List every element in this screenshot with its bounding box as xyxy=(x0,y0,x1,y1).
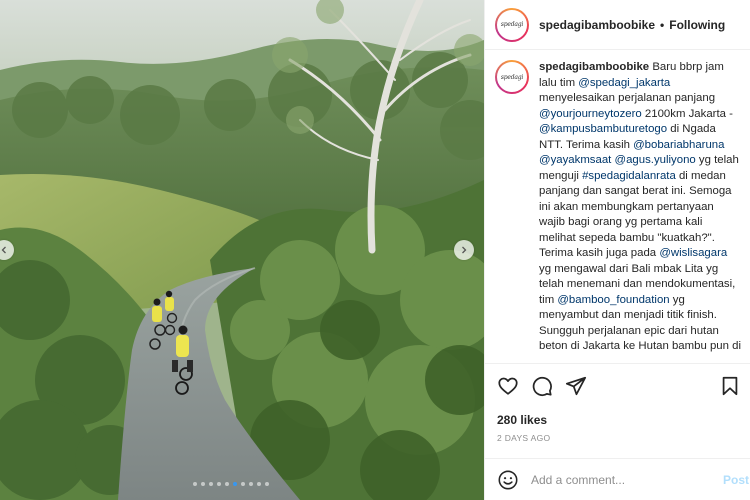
comment-input[interactable] xyxy=(531,472,711,487)
carousel-indicator xyxy=(193,482,269,486)
next-image-button[interactable] xyxy=(454,240,474,260)
post-details-panel: spedagi spedagibamboobike • Following sp… xyxy=(484,0,750,500)
mention-link[interactable]: @spedagi_jakarta xyxy=(578,77,670,89)
mention-link[interactable]: @yayakmsaat xyxy=(539,154,611,166)
chevron-left-icon xyxy=(1,246,6,254)
header-separator: • xyxy=(660,17,665,32)
avatar-logo-text: spedagi xyxy=(500,21,524,28)
carousel-dot xyxy=(225,482,229,486)
caption-body: Baru bbrp jam lalu tim @spedagi_jakarta … xyxy=(539,61,741,352)
carousel-dot xyxy=(257,482,261,486)
carousel-dot xyxy=(233,482,237,486)
heart-icon[interactable] xyxy=(497,375,519,397)
share-icon[interactable] xyxy=(565,375,587,397)
author-username[interactable]: spedagibamboobike xyxy=(539,18,655,32)
carousel-dot xyxy=(217,482,221,486)
mention-link[interactable]: @wislisagara xyxy=(659,247,727,259)
carousel-dot xyxy=(193,482,197,486)
post-comment-button[interactable]: Post xyxy=(723,473,750,487)
mention-link[interactable]: @kampusbambuturetogo xyxy=(539,123,667,135)
carousel-dot xyxy=(241,482,245,486)
comment-icon[interactable] xyxy=(531,375,553,397)
caption-username[interactable]: spedagibamboobike xyxy=(539,61,649,73)
carousel-dot xyxy=(265,482,269,486)
chevron-right-icon xyxy=(462,246,467,254)
mention-link[interactable]: @bamboo_foundation xyxy=(557,294,669,306)
like-count[interactable]: 280 likes xyxy=(497,413,741,427)
post-timestamp[interactable]: 2 DAYS AGO xyxy=(497,433,741,443)
hashtag-link[interactable]: #spedagidalanrata xyxy=(582,170,676,182)
post-header: spedagi spedagibamboobike • Following xyxy=(485,0,750,50)
caption-avatar[interactable]: spedagi xyxy=(495,60,529,94)
mention-link[interactable]: @agus.yuliyono xyxy=(615,154,696,166)
caption-avatar-logo-text: spedagi xyxy=(500,73,524,81)
post-actions: 280 likes 2 DAYS AGO xyxy=(485,363,750,443)
comment-box: Post xyxy=(485,458,750,500)
mention-link[interactable]: @bobariabharuna xyxy=(633,139,724,151)
mention-link[interactable]: @yourjourneytozero xyxy=(539,108,642,120)
caption-text-segment: 2100km Jakarta - xyxy=(641,107,733,120)
carousel-dot xyxy=(209,482,213,486)
caption-text: spedagibamboobike Baru bbrp jam lalu tim… xyxy=(539,60,741,363)
bookmark-icon[interactable] xyxy=(719,375,741,397)
avatar[interactable]: spedagi xyxy=(495,7,529,42)
caption-text-segment: di medan panjang dan sangat berat ini. S… xyxy=(539,169,732,260)
caption-text-segment: menyelesaikan perjalanan panjang xyxy=(539,92,716,104)
carousel-dot xyxy=(249,482,253,486)
cycling-landscape-image xyxy=(0,0,484,500)
carousel-dot xyxy=(201,482,205,486)
caption-section: spedagi spedagibamboobike Baru bbrp jam … xyxy=(485,50,750,363)
following-button[interactable]: Following xyxy=(669,18,725,32)
post-photo[interactable] xyxy=(0,0,484,500)
emoji-icon[interactable] xyxy=(497,469,519,491)
